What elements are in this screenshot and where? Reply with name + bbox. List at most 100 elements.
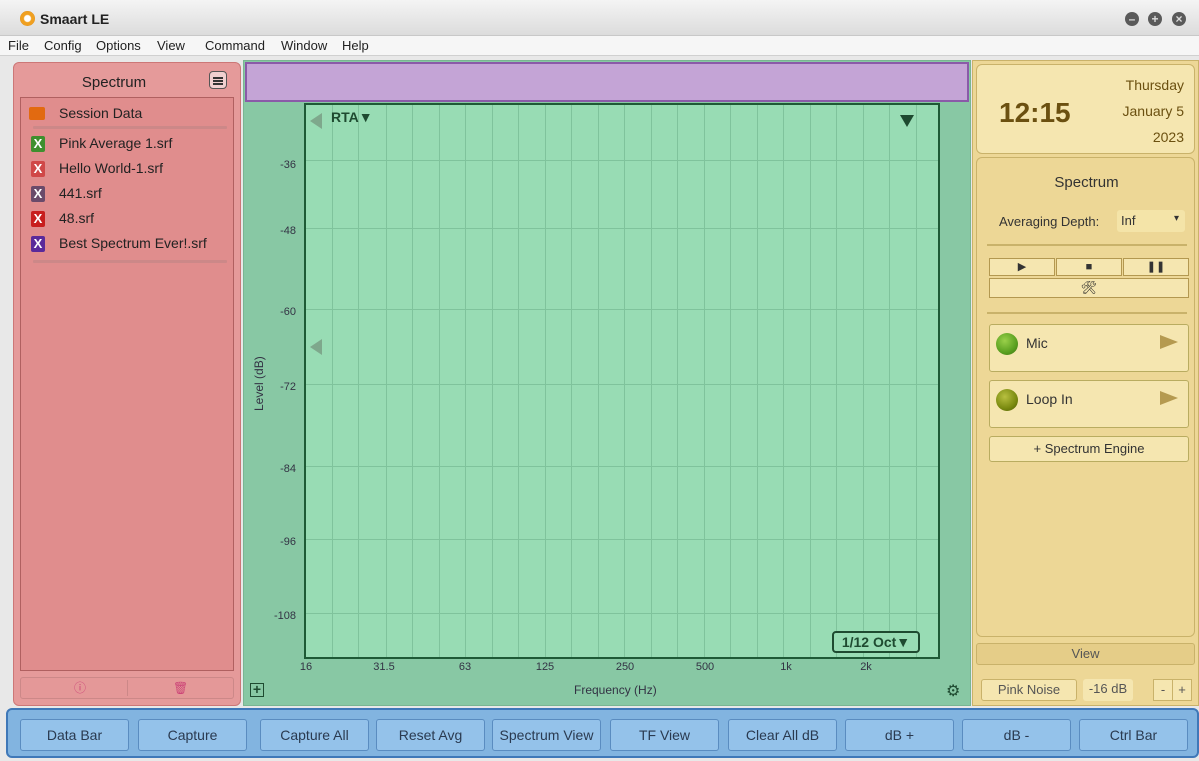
folder-session-data[interactable]: Session Data (25, 104, 230, 124)
tools-icon[interactable]: 🛠 (989, 278, 1189, 298)
y-tick: -108 (273, 610, 296, 622)
y-tick: -84 (280, 463, 296, 475)
spectrum-plot[interactable]: RTA▼ 1/12 Oct▼ (304, 103, 940, 659)
spectrum-control-panel: Spectrum Averaging Depth: Inf ▾ ▶ ■ ❚❚ 🛠… (976, 157, 1195, 637)
tf-view-button[interactable]: TF View (610, 719, 719, 751)
right-panel: 12:15 Thursday January 5 2023 Spectrum A… (972, 60, 1199, 706)
left-panel-title: Spectrum (81, 74, 147, 91)
menu-config[interactable]: Config (44, 38, 82, 53)
file-item[interactable]: X 48.srf (25, 209, 230, 229)
file-item[interactable]: X Best Spectrum Ever!.srf (25, 234, 230, 254)
grid-line (624, 105, 625, 657)
grid-line (704, 105, 705, 657)
panel-menu-icon[interactable] (209, 71, 227, 89)
rta-trace-label[interactable]: RTA▼ (331, 109, 373, 125)
divider (33, 260, 227, 263)
menu-window[interactable]: Window (281, 38, 327, 53)
ctrl-bar-button[interactable]: Ctrl Bar (1079, 719, 1188, 751)
x-tick: 250 (615, 661, 635, 673)
pink-noise-button[interactable]: Pink Noise (981, 679, 1077, 701)
grid-line (651, 105, 652, 657)
file-icon: X (31, 161, 45, 177)
db-plus-button[interactable]: dB + (845, 719, 954, 751)
channel-led-icon[interactable] (996, 389, 1018, 411)
file-item[interactable]: X Hello World-1.srf (25, 159, 230, 179)
x-tick: 16 (299, 661, 313, 673)
x-axis-label: Frequency (Hz) (574, 683, 657, 697)
trace-marker-icon[interactable] (310, 113, 322, 129)
gear-icon[interactable]: ⚙ (946, 681, 960, 701)
grid-line (358, 105, 359, 657)
grid-line (810, 105, 811, 657)
level-marker-icon[interactable] (310, 339, 322, 355)
clear-all-db-button[interactable]: Clear All dB (728, 719, 837, 751)
channel-name: Mic (1026, 335, 1048, 351)
app-logo-icon (20, 11, 35, 26)
add-plot-button[interactable]: + (250, 682, 264, 697)
file-icon: X (31, 236, 45, 252)
grid-line (889, 105, 890, 657)
averaging-select[interactable]: Inf ▾ (1117, 210, 1185, 232)
grid-line (412, 105, 413, 657)
data-bar-button[interactable]: Data Bar (20, 719, 129, 751)
y-axis-label: Level (dB) (252, 356, 266, 411)
left-panel: Spectrum Session Data X Pink Average 1.s… (13, 62, 241, 706)
x-tick: 1k (780, 661, 792, 673)
grid-line (332, 105, 333, 657)
file-item[interactable]: X Pink Average 1.srf (25, 134, 230, 154)
menu-help[interactable]: Help (342, 38, 369, 53)
capture-button[interactable]: Capture (138, 719, 247, 751)
channel-arrow-icon[interactable] (1160, 391, 1178, 405)
file-item[interactable]: X 441.srf (25, 184, 230, 204)
file-icon: X (31, 186, 45, 202)
menu-file[interactable]: File (8, 38, 29, 53)
db-minus-button[interactable]: dB - (962, 719, 1071, 751)
grid-line (306, 309, 938, 310)
channel-mic[interactable]: Mic (989, 324, 1189, 372)
maximize-icon[interactable]: + (1148, 12, 1162, 26)
grid-line (677, 105, 678, 657)
channel-loop-in[interactable]: Loop In (989, 380, 1189, 428)
peak-marker-icon[interactable] (900, 115, 914, 127)
minimize-icon[interactable]: – (1125, 12, 1139, 26)
y-tick: -36 (280, 159, 296, 171)
menu-view[interactable]: View (157, 38, 185, 53)
noise-level-value: -16 dB (1083, 679, 1133, 701)
grid-line (386, 105, 387, 657)
clock-day: Thursday (1125, 77, 1184, 93)
divider (987, 244, 1187, 246)
info-icon[interactable]: ⓘ (73, 681, 87, 695)
close-icon[interactable]: × (1172, 12, 1186, 26)
menu-command[interactable]: Command (205, 38, 265, 53)
capture-all-button[interactable]: Capture All (260, 719, 369, 751)
play-button[interactable]: ▶ (989, 258, 1055, 276)
file-icon: X (31, 211, 45, 227)
view-button[interactable]: View (976, 643, 1195, 665)
add-spectrum-engine-button[interactable]: + Spectrum Engine (989, 436, 1189, 462)
channel-led-icon[interactable] (996, 333, 1018, 355)
grid-line (306, 539, 938, 540)
menu-options[interactable]: Options (96, 38, 141, 53)
center-panel: -36 -48 -60 -72 -84 -96 -108 Level (dB) (243, 60, 971, 706)
pause-button[interactable]: ❚❚ (1123, 258, 1189, 276)
grid-line (836, 105, 837, 657)
noise-increase-button[interactable]: + (1172, 679, 1192, 701)
stop-button[interactable]: ■ (1056, 258, 1122, 276)
grid-line (571, 105, 572, 657)
trash-icon[interactable]: 🗑 (173, 681, 188, 695)
clock-time: 12:15 (999, 97, 1071, 128)
spectrum-view-button[interactable]: Spectrum View (492, 719, 601, 751)
noise-decrease-button[interactable]: - (1153, 679, 1173, 701)
channel-meter (1020, 361, 1180, 362)
resolution-select[interactable]: 1/12 Oct▼ (832, 631, 920, 653)
channel-arrow-icon[interactable] (1160, 335, 1178, 349)
clock-year: 2023 (1152, 129, 1184, 145)
chevron-down-icon: ▾ (1173, 213, 1179, 224)
x-tick: 63 (458, 661, 472, 673)
clock-box: 12:15 Thursday January 5 2023 (976, 64, 1195, 154)
channel-name: Loop In (1026, 391, 1073, 407)
data-bar-area (245, 62, 969, 102)
file-list[interactable]: Session Data X Pink Average 1.srf X Hell… (20, 97, 234, 671)
control-bar: Data Bar Capture Capture All Reset Avg S… (6, 708, 1199, 758)
reset-avg-button[interactable]: Reset Avg (376, 719, 485, 751)
